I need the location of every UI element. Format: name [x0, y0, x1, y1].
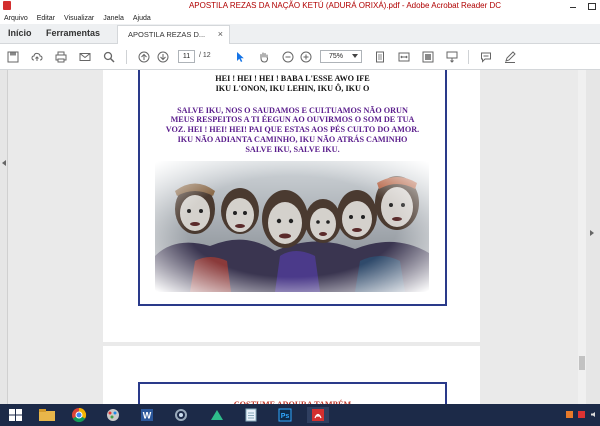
green-app-icon[interactable]: [206, 407, 228, 423]
photoshop-icon[interactable]: Ps: [274, 407, 296, 423]
tray-network-icon[interactable]: [578, 411, 585, 418]
paint-app-icon[interactable]: [102, 407, 124, 423]
prayer-line: MEUS RESPEITOS A TI ÉEGUN AO OUVIRMOS O …: [170, 115, 415, 124]
tab-document[interactable]: APOSTILA REZAS D... ×: [117, 25, 230, 44]
tray-app-icon[interactable]: [566, 411, 573, 418]
prayer-line: HEI ! HEI ! HEI ! BABA L'ESSE AWO IFE: [215, 74, 370, 83]
save-icon[interactable]: [7, 51, 19, 63]
search-icon[interactable]: [103, 51, 115, 63]
minimize-button[interactable]: [564, 0, 582, 12]
vertical-scrollbar[interactable]: [578, 70, 586, 404]
window-controls: [564, 0, 600, 12]
zoom-select[interactable]: 75%: [320, 50, 362, 63]
expand-right-pane-icon[interactable]: [590, 230, 594, 236]
acrobat-reader-icon[interactable]: [307, 407, 329, 423]
hand-tool-icon[interactable]: [258, 51, 270, 63]
windows-start-icon[interactable]: [5, 407, 27, 423]
menu-bar: Arquivo Editar Visualizar Janela Ajuda: [0, 12, 600, 24]
menu-ajuda[interactable]: Ajuda: [133, 15, 151, 22]
chrome-icon[interactable]: [68, 407, 90, 423]
tabs-row: Início Ferramentas APOSTILA REZAS D... ×: [0, 24, 600, 44]
prayer-line: SALVE IKU, SALVE IKU.: [245, 145, 340, 154]
photo-group-portrait: [155, 161, 429, 292]
menu-visualizar[interactable]: Visualizar: [64, 15, 94, 22]
expand-left-pane-icon[interactable]: [2, 160, 6, 166]
sign-pen-icon[interactable]: [504, 51, 516, 63]
file-explorer-icon[interactable]: [36, 407, 58, 423]
zoom-in-icon[interactable]: [300, 51, 312, 63]
tab-document-label: APOSTILA REZAS D...: [128, 30, 206, 39]
menu-arquivo[interactable]: Arquivo: [4, 15, 28, 22]
window-title: APOSTILA REZAS DA NAÇÃO KETÚ (ADURÁ ORIX…: [188, 1, 502, 10]
page-total: / 12: [199, 52, 211, 59]
tab-tools[interactable]: Ferramentas: [46, 28, 100, 38]
svg-text:Ps: Ps: [281, 413, 290, 420]
menu-editar[interactable]: Editar: [37, 15, 55, 22]
zoom-out-icon[interactable]: [282, 51, 294, 63]
menu-janela[interactable]: Janela: [103, 15, 124, 22]
prayer-line: SALVE IKU, NOS O SAUDAMOS E CULTUAMOS NÃ…: [177, 106, 408, 115]
prayer-line: VOZ. HEI ! HEI! HEI! PAI QUE ESTAS AOS P…: [165, 125, 420, 134]
scrollbar-thumb[interactable]: [579, 356, 585, 370]
previous-page-icon[interactable]: [138, 51, 150, 63]
full-screen-icon[interactable]: [422, 51, 434, 63]
scroll-mode-icon[interactable]: [446, 51, 458, 63]
word-icon[interactable]: W: [136, 407, 158, 423]
zoom-value: 75%: [329, 53, 344, 60]
title-bar: APOSTILA REZAS DA NAÇÃO KETÚ (ADURÁ ORIX…: [0, 0, 600, 12]
close-tab-icon[interactable]: ×: [218, 29, 223, 39]
upload-cloud-icon[interactable]: [31, 51, 43, 63]
chevron-down-icon: [352, 54, 358, 58]
right-pane-collapsed[interactable]: [586, 70, 600, 404]
left-pane-collapsed[interactable]: [0, 70, 8, 404]
page-number-input[interactable]: 11: [178, 50, 195, 63]
select-cursor-icon[interactable]: [234, 51, 246, 63]
notepad-icon[interactable]: [240, 407, 262, 423]
tray-volume-icon[interactable]: [590, 411, 597, 418]
print-icon[interactable]: [55, 51, 67, 63]
windows-taskbar: W Ps: [0, 404, 600, 426]
acrobat-app-icon: [3, 1, 11, 10]
fit-page-icon[interactable]: [374, 51, 386, 63]
prayer-line: IKU NÃO ADIANTA CAMINHO, IKU NÃO ATRÁS C…: [177, 135, 408, 144]
next-page-icon[interactable]: [157, 51, 169, 63]
mail-icon[interactable]: [79, 51, 91, 63]
prayer-line: IKU L'ONON, IKU LEHIN, IKU Ô, IKU O: [215, 84, 370, 93]
comment-icon[interactable]: [480, 51, 492, 63]
fit-width-icon[interactable]: [398, 51, 410, 63]
tab-home[interactable]: Início: [8, 28, 32, 38]
toolbar-separator: [468, 50, 469, 64]
tools-app-icon[interactable]: [170, 407, 192, 423]
toolbar-separator: [126, 50, 127, 64]
toolbar: 11 / 12 75%: [0, 44, 600, 70]
svg-text:W: W: [143, 411, 152, 421]
maximize-button[interactable]: [582, 0, 600, 12]
